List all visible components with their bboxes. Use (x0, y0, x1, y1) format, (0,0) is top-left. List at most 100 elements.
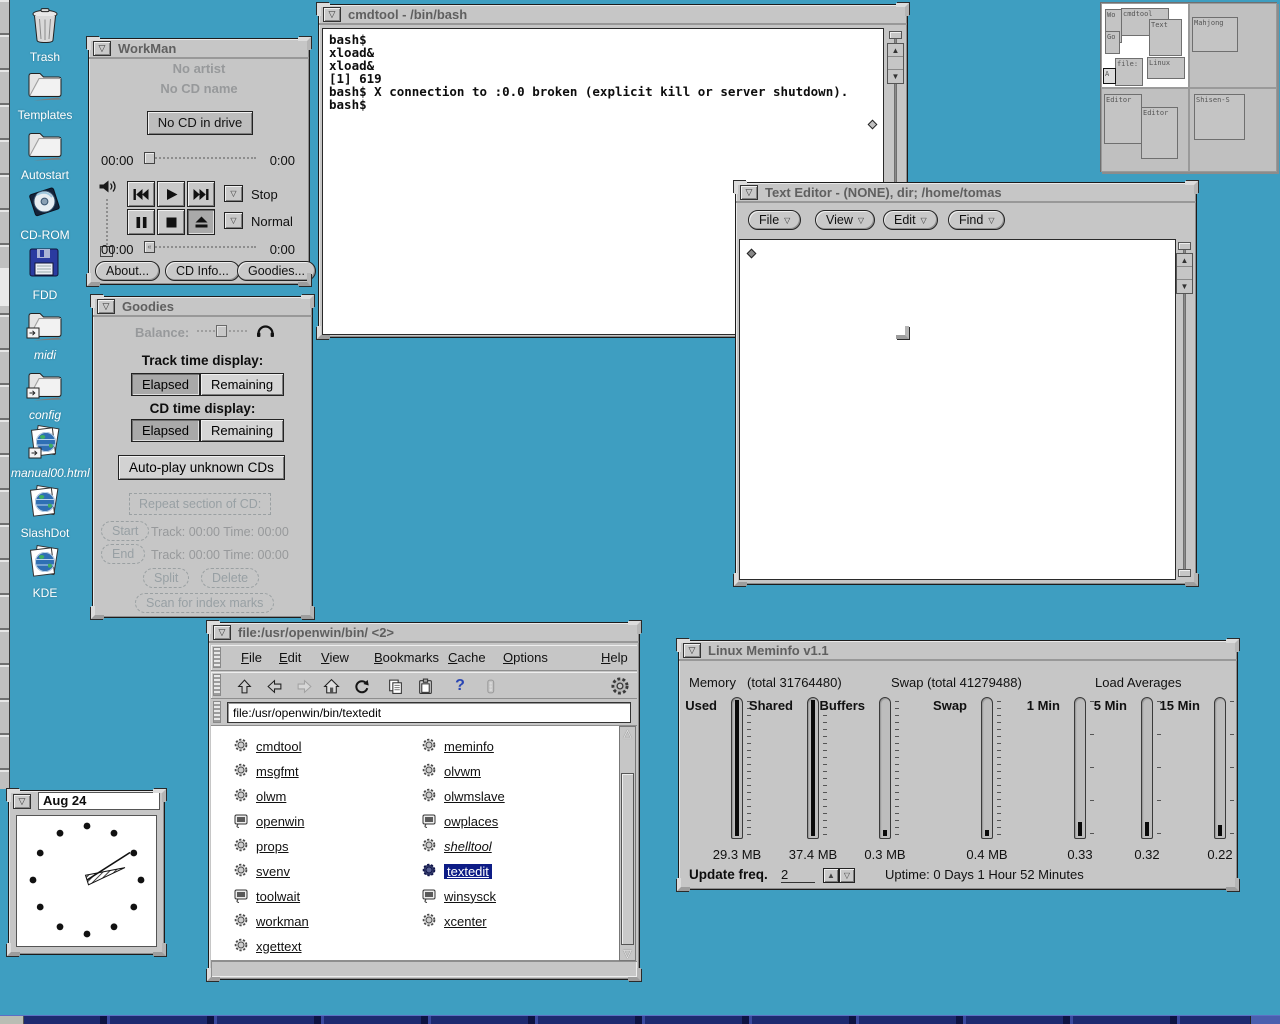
scroll-drag-box[interactable] (888, 57, 903, 70)
view-menu-button[interactable]: View▽ (815, 210, 875, 230)
cmdtool-titlebar[interactable]: ▽ cmdtool - /bin/bash (319, 5, 907, 25)
scroll-drag-box[interactable] (1177, 267, 1192, 280)
pager-mini-window[interactable]: Linux (1147, 57, 1185, 79)
filelist-scrollbar[interactable]: △ ▽ (619, 726, 636, 961)
file-item-selected[interactable]: textedit (421, 861, 492, 881)
pager-mini-window[interactable]: Mahjong (1192, 17, 1238, 52)
menu-edit[interactable]: Edit (279, 650, 301, 665)
file-item[interactable]: workman (233, 911, 309, 931)
cd-status-button[interactable]: No CD in drive (147, 111, 253, 135)
track-remaining-toggle[interactable]: Remaining (200, 373, 284, 396)
play-mode-menu-button[interactable]: ▽ (224, 212, 243, 229)
pager-mini-icon[interactable]: A (1103, 68, 1116, 84)
menu-cache[interactable]: Cache (448, 650, 486, 665)
pager-mini-window[interactable]: Go (1105, 31, 1120, 54)
update-freq-value[interactable]: 2 (781, 867, 815, 883)
track-position-slider[interactable] (144, 152, 256, 164)
desktop-icon-autostart[interactable]: Autostart (13, 124, 77, 182)
paste-icon[interactable] (414, 675, 436, 697)
workman-titlebar[interactable]: ▽ WorkMan (89, 39, 309, 59)
scroll-up-arrow[interactable]: ▲ (888, 44, 903, 57)
menu-view[interactable]: View (321, 650, 349, 665)
desktop-icon-templates[interactable]: Templates (13, 64, 77, 122)
pager-desktop-1-current[interactable]: Wo cmdtool Text Go file: Linux A (1101, 3, 1189, 88)
update-freq-increment-button[interactable]: ▲ (823, 868, 839, 883)
cd-info-button[interactable]: CD Info... (165, 261, 240, 281)
file-item[interactable]: winsysck (421, 886, 496, 906)
pager-mini-window[interactable]: Editor (1141, 107, 1178, 159)
toolbar-grip[interactable] (213, 674, 221, 696)
menubar-grip[interactable] (213, 647, 221, 668)
pager-mini-window[interactable]: file: (1115, 58, 1143, 86)
pause-button[interactable] (127, 209, 155, 235)
file-item[interactable]: props (233, 836, 289, 856)
editor-text-area[interactable] (739, 239, 1176, 580)
pager-mini-window[interactable]: Shisen-S (1194, 94, 1245, 140)
desktop-icon-fdd[interactable]: FDD (13, 244, 77, 302)
taskbar-right-block[interactable] (1250, 1016, 1280, 1024)
editor-scrollbar[interactable]: ▲ ▼ (1176, 240, 1194, 579)
menu-options[interactable]: Options (503, 650, 548, 665)
location-input[interactable] (227, 702, 631, 723)
stop-button[interactable] (157, 209, 185, 235)
pager-mini-window[interactable]: Editor (1104, 94, 1142, 144)
up-icon[interactable] (233, 675, 255, 697)
desktop-icon-config[interactable]: config (13, 364, 77, 422)
scroll-down-arrow[interactable]: ▼ (888, 70, 903, 83)
menu-bookmarks[interactable]: Bookmarks (374, 650, 439, 665)
file-item[interactable]: olwmslave (421, 786, 505, 806)
desktop-icon-trash[interactable]: Trash (13, 6, 77, 64)
find-menu-button[interactable]: Find▽ (948, 210, 1005, 230)
scroll-down-arrow[interactable]: ▼ (1177, 280, 1192, 293)
help-icon[interactable]: ? (449, 675, 471, 697)
cd-remaining-toggle[interactable]: Remaining (200, 419, 284, 442)
edit-menu-button[interactable]: Edit▽ (883, 210, 938, 230)
home-icon[interactable] (320, 675, 342, 697)
file-item[interactable]: svenv (233, 861, 290, 881)
eject-button[interactable] (187, 209, 215, 235)
desktop-icon-slashdot[interactable]: SlashDot (13, 484, 77, 540)
copy-icon[interactable] (384, 675, 406, 697)
file-item[interactable]: owplaces (421, 811, 498, 831)
update-freq-decrement-button[interactable]: ▽ (839, 868, 855, 883)
pager-desktop-4[interactable]: Shisen-S (1189, 88, 1277, 172)
locationbar-grip[interactable] (213, 701, 221, 723)
back-icon[interactable] (263, 675, 285, 697)
about-button[interactable]: About... (95, 261, 160, 281)
autoplay-button[interactable]: Auto-play unknown CDs (118, 455, 285, 480)
cd-position-slider[interactable]: « (144, 241, 256, 253)
taskbar-left-block[interactable] (0, 1016, 24, 1024)
pager-desktop-3[interactable]: Editor Editor (1101, 88, 1189, 172)
file-item[interactable]: meminfo (421, 736, 494, 756)
desktop-icon-midi[interactable]: midi (13, 304, 77, 362)
scroll-up-arrow[interactable]: ▲ (1177, 254, 1192, 267)
kfm-gear-logo-icon[interactable] (609, 675, 631, 697)
scroll-up-arrow[interactable]: △ (620, 727, 635, 740)
file-item[interactable]: toolwait (233, 886, 300, 906)
desktop-icon-cdrom[interactable]: CD-ROM (13, 184, 77, 242)
scroll-down-arrow[interactable]: ▽ (620, 947, 635, 960)
file-item[interactable]: olwm (233, 786, 286, 806)
clock-titlebar[interactable]: ▽ Aug 24 (9, 791, 164, 811)
left-edge-window-strip[interactable] (0, 0, 10, 789)
file-item[interactable]: openwin (233, 811, 304, 831)
taskbar-edge[interactable] (0, 1015, 1280, 1024)
pager-mini-window[interactable]: Text (1149, 19, 1182, 56)
goodies-titlebar[interactable]: ▽ Goodies (93, 297, 312, 317)
file-item[interactable]: msgfmt (233, 761, 299, 781)
track-elapsed-toggle[interactable]: Elapsed (131, 373, 200, 396)
file-item[interactable]: xcenter (421, 911, 487, 931)
filemanager-titlebar[interactable]: ▽ file:/usr/openwin/bin/ <2> (209, 623, 639, 643)
file-item[interactable]: cmdtool (233, 736, 302, 756)
menu-file[interactable]: File (241, 650, 262, 665)
menu-help[interactable]: Help (601, 650, 628, 665)
pager-desktop-2[interactable]: Mahjong (1189, 3, 1277, 88)
previous-track-button[interactable] (127, 181, 155, 207)
desktop-icon-kde[interactable]: KDE (13, 544, 77, 600)
file-item[interactable]: shelltool (421, 836, 492, 856)
meminfo-titlebar[interactable]: ▽ Linux Meminfo v1.1 (679, 641, 1237, 661)
file-item[interactable]: xgettext (233, 936, 302, 956)
reload-icon[interactable] (350, 675, 372, 697)
texteditor-titlebar[interactable]: ▽ Text Editor - (NONE), dir; /home/tomas (736, 183, 1196, 203)
next-track-button[interactable] (187, 181, 215, 207)
